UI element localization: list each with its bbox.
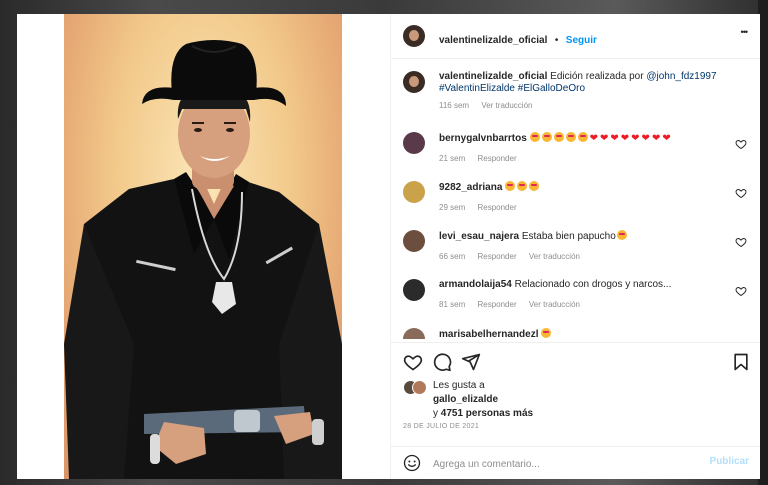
heart-eyes-emoji-icon xyxy=(505,181,516,191)
heart-eyes-emoji-icon xyxy=(616,230,627,240)
follow-button[interactable]: Seguir xyxy=(566,35,597,46)
comment-username[interactable]: 9282_adriana xyxy=(439,182,502,193)
caption-translate[interactable]: Ver traducción xyxy=(481,101,532,110)
comment-time[interactable]: 29 sem xyxy=(439,203,465,212)
comment-reply[interactable]: Responder xyxy=(477,252,516,261)
red-heart-emoji-icon: ❤ xyxy=(662,133,671,144)
comment-text: Relacionado con drogos y narcos... xyxy=(514,279,672,290)
comment-username[interactable]: bernygalvnbarrtos xyxy=(439,133,527,144)
comment-text: Estaba bien papucho xyxy=(521,231,616,242)
header-separator: • xyxy=(554,35,559,46)
comment-reply[interactable]: Responder xyxy=(477,300,516,309)
author-username[interactable]: valentinelizalde_oficial xyxy=(439,35,547,46)
heart-eyes-emoji-icon xyxy=(529,132,540,142)
caption-mention[interactable]: @john_fdz1997 xyxy=(646,71,716,82)
post-modal: valentinelizalde_oficial • Seguir ••• va… xyxy=(17,14,760,479)
comment-username[interactable]: armandolaija54 xyxy=(439,279,512,290)
heart-eyes-emoji-icon xyxy=(529,181,540,191)
heart-eyes-emoji-icon xyxy=(577,132,588,142)
bookmark-icon[interactable] xyxy=(731,352,751,372)
heart-eyes-emoji-icon xyxy=(541,328,552,338)
likes-prefix: y xyxy=(433,408,438,419)
post-photo[interactable] xyxy=(64,14,342,479)
red-heart-emoji-icon: ❤ xyxy=(641,133,650,144)
red-heart-emoji-icon: ❤ xyxy=(599,133,609,144)
caption-text: Edición realizada por xyxy=(550,71,644,82)
red-heart-emoji-icon: ❤ xyxy=(651,133,661,144)
liker-avatar[interactable] xyxy=(412,380,427,395)
commenter-avatar[interactable] xyxy=(403,132,425,154)
comment-username[interactable]: levi_esau_najera xyxy=(439,231,519,242)
likes-line1: Les gusta a xyxy=(433,380,485,391)
author-avatar[interactable] xyxy=(403,25,425,47)
comment-input[interactable] xyxy=(431,456,685,472)
comment-like-heart-icon[interactable] xyxy=(735,236,747,248)
commenter-avatar[interactable] xyxy=(403,181,425,203)
comment-icon[interactable] xyxy=(432,352,452,372)
comment-username[interactable]: marisabelhernandezl xyxy=(439,329,538,339)
heart-icon[interactable] xyxy=(403,352,423,372)
heart-eyes-emoji-icon xyxy=(541,132,552,142)
comment-emojis: ❤ ❤ ❤ ❤ ❤ ❤ ❤ ❤ xyxy=(529,132,673,144)
comment-emojis xyxy=(505,181,541,193)
post-date[interactable]: 28 DE JULIO DE 2021 xyxy=(403,423,479,430)
caption-username[interactable]: valentinelizalde_oficial xyxy=(439,71,547,82)
post-side-panel: valentinelizalde_oficial • Seguir ••• va… xyxy=(390,14,760,479)
publish-button[interactable]: Publicar xyxy=(710,456,749,467)
caption-hashtags[interactable]: #ValentinElizalde #ElGalloDeOro xyxy=(439,83,585,94)
man-in-black-hat-image xyxy=(64,40,342,479)
comment-like-heart-icon[interactable] xyxy=(735,285,747,297)
likes-count[interactable]: 4751 personas más xyxy=(441,408,533,419)
red-heart-emoji-icon: ❤ xyxy=(589,133,598,144)
heart-eyes-emoji-icon xyxy=(517,181,528,191)
caption-avatar[interactable] xyxy=(403,71,425,93)
comment-like-heart-icon[interactable] xyxy=(735,138,747,150)
post-media-area xyxy=(17,14,389,479)
likes-user[interactable]: gallo_elizalde xyxy=(433,394,498,405)
red-heart-emoji-icon: ❤ xyxy=(610,133,619,144)
caption-time[interactable]: 116 sem xyxy=(439,101,469,110)
comment-translate[interactable]: Ver traducción xyxy=(529,252,580,261)
comment-time[interactable]: 21 sem xyxy=(439,154,465,163)
more-options-icon[interactable]: ••• xyxy=(741,27,749,37)
comment-time[interactable]: 81 sem xyxy=(439,300,465,309)
heart-eyes-emoji-icon xyxy=(553,132,564,142)
comment-reply[interactable]: Responder xyxy=(477,154,516,163)
red-heart-emoji-icon: ❤ xyxy=(620,133,630,144)
comments-list[interactable]: valentinelizalde_oficial Edición realiza… xyxy=(391,59,760,339)
comment-translate[interactable]: Ver traducción xyxy=(529,300,580,309)
post-header: valentinelizalde_oficial • Seguir ••• xyxy=(391,14,760,59)
comment-time[interactable]: 66 sem xyxy=(439,252,465,261)
comment-like-heart-icon[interactable] xyxy=(735,187,747,199)
comment-reply[interactable]: Responder xyxy=(477,203,516,212)
likes-line3: y 4751 personas más xyxy=(433,408,533,419)
share-icon[interactable] xyxy=(461,352,481,372)
add-comment-bar: Publicar xyxy=(391,446,760,479)
commenter-avatar[interactable] xyxy=(403,279,425,301)
emoji-icon[interactable] xyxy=(403,454,421,472)
red-heart-emoji-icon: ❤ xyxy=(631,133,640,144)
commenter-avatar[interactable] xyxy=(403,328,425,339)
commenter-avatar[interactable] xyxy=(403,230,425,252)
heart-eyes-emoji-icon xyxy=(565,132,576,142)
